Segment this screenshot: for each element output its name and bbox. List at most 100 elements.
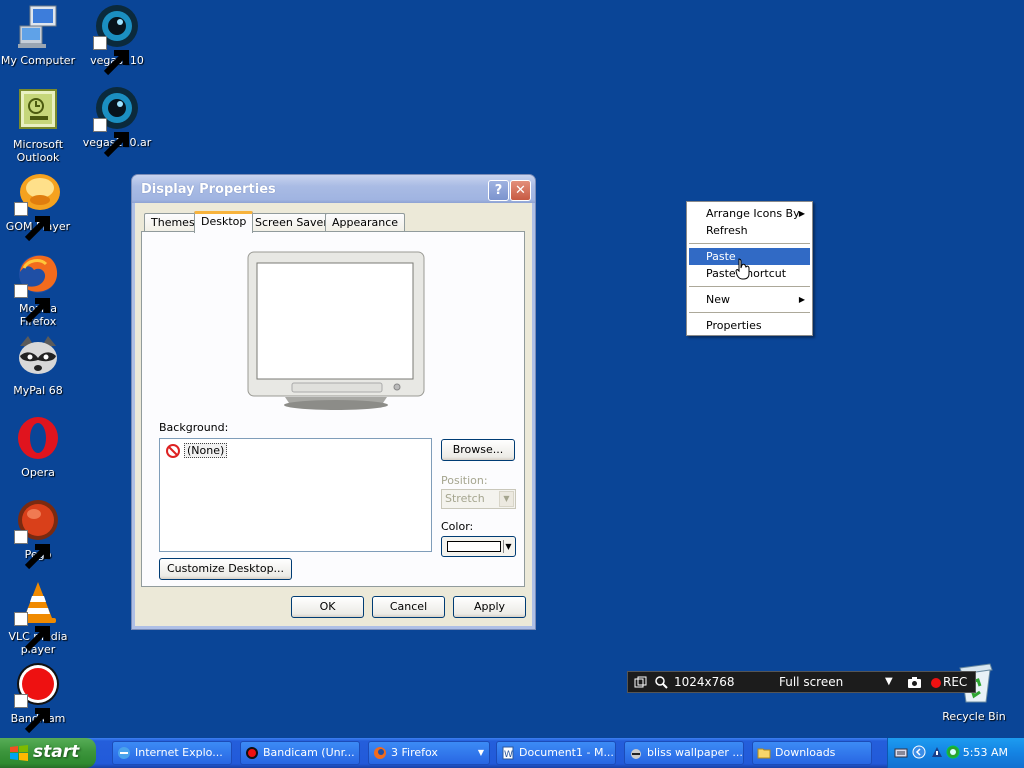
cancel-button[interactable]: Cancel (372, 596, 445, 618)
desktop-icon-vegas110-ar[interactable]: vegas110.ar (79, 84, 155, 158)
shortcut-arrow-icon (14, 612, 50, 652)
chevron-down-icon[interactable]: ▼ (885, 676, 893, 687)
color-swatch (447, 541, 501, 552)
taskbar-button-bandicam[interactable]: Bandicam (Unr... (240, 741, 360, 765)
desktop-icon-pego[interactable]: Pego (0, 496, 76, 570)
display-properties-dialog[interactable]: Display Properties ? ✕ Themes Desktop Sc… (132, 175, 535, 629)
tab-appearance[interactable]: Appearance (325, 213, 406, 232)
desktop-icon-opera[interactable]: Opera (0, 414, 76, 479)
keyboard-icon[interactable] (894, 746, 908, 760)
folder-icon (757, 748, 771, 759)
menu-separator (689, 286, 810, 287)
taskbar-button-label: Downloads (775, 746, 836, 759)
dialog-titlebar[interactable]: Display Properties ? ✕ (132, 175, 535, 203)
menu-item-properties[interactable]: Properties (689, 317, 810, 334)
shortcut-arrow-icon (93, 118, 129, 158)
browse-button[interactable]: Browse... (441, 439, 515, 461)
show-hidden-icons-icon[interactable] (912, 745, 926, 759)
taskbar-button-internet-explorer[interactable]: Internet Explo... (112, 741, 232, 765)
close-button[interactable]: ✕ (510, 180, 531, 201)
color-picker-button[interactable]: ▼ (441, 536, 516, 557)
browser-raccoon-icon (631, 749, 641, 759)
desktop-icon-gom-player[interactable]: GOM Player (0, 168, 76, 242)
dialog-title: Display Properties (141, 182, 276, 197)
tab-desktop[interactable]: Desktop (194, 211, 254, 233)
background-item-label: (None) (184, 443, 228, 458)
desktop-icon-label: MyPal 68 (13, 384, 63, 397)
taskbar-button-label: 3 Firefox (391, 746, 438, 759)
desktop-icon-my-computer[interactable]: My Computer (0, 2, 76, 67)
menu-separator (689, 312, 810, 313)
taskbar-button-label: Bandicam (Unr... (263, 746, 355, 759)
shortcut-arrow-icon (14, 694, 50, 734)
tab-screen-saver[interactable]: Screen Saver (248, 213, 335, 232)
taskbar-button-label: bliss wallpaper ... (647, 746, 743, 759)
taskbar-button-bliss-wallpaper[interactable]: bliss wallpaper ... (624, 741, 744, 765)
taskbar: start Internet Explo... Bandicam (Unr...… (0, 738, 1024, 768)
apply-button[interactable]: Apply (453, 596, 526, 618)
taskbar-button-word-document[interactable]: W Document1 - M... (496, 741, 616, 765)
recorder-toolbar[interactable]: 1024x768 Full screen ▼ REC (627, 671, 976, 693)
ok-button[interactable]: OK (291, 596, 364, 618)
position-value: Stretch (445, 492, 485, 505)
desktop-icon-vegas110[interactable]: vegas110 (79, 2, 155, 76)
start-label: start (33, 742, 80, 762)
taskbar-button-label: Internet Explo... (135, 746, 223, 759)
menu-separator (689, 243, 810, 244)
desktop-icon-label: Microsoft Outlook (12, 138, 64, 164)
chevron-down-icon: ▼ (503, 540, 513, 553)
menu-item-refresh[interactable]: Refresh (689, 222, 810, 239)
internet-explorer-icon (118, 747, 130, 759)
network-status-icon[interactable] (946, 745, 960, 759)
rec-button[interactable]: REC (943, 675, 967, 689)
desktop-icon-firefox[interactable]: Mozilla Firefox (0, 250, 76, 328)
shortcut-arrow-icon (14, 202, 50, 242)
color-label: Color: (441, 520, 474, 533)
recorder-mode[interactable]: Full screen (779, 675, 843, 689)
magnifier-icon[interactable] (654, 675, 668, 689)
desktop-icon-label: Opera (21, 466, 55, 479)
no-symbol-icon (166, 443, 180, 458)
desktop[interactable]: { "desktop_icons": [ {"label": "My Compu… (0, 0, 1024, 768)
help-button[interactable]: ? (488, 180, 509, 201)
menu-item-new[interactable]: New ▶ (689, 291, 810, 308)
menu-item-label: Properties (706, 319, 762, 332)
desktop-icon-outlook[interactable]: Microsoft Outlook (0, 86, 76, 164)
desktop-icon-vlc[interactable]: VLC media player (0, 578, 76, 656)
submenu-arrow-icon: ▶ (798, 295, 805, 304)
background-item-none[interactable]: (None) (166, 443, 228, 458)
submenu-arrow-icon: ▶ (798, 209, 805, 218)
taskbar-button-firefox-group[interactable]: 3 Firefox ▼ (368, 741, 490, 765)
menu-item-label: Refresh (706, 224, 748, 237)
menu-item-label: New (706, 293, 730, 306)
menu-item-arrange-icons-by[interactable]: Arrange Icons By ▶ (689, 205, 810, 222)
hand-cursor-icon (735, 258, 750, 280)
start-button[interactable]: start (0, 738, 96, 768)
svg-text:W: W (504, 750, 513, 760)
firefox-icon (374, 747, 386, 759)
my-computer-icon (18, 5, 57, 48)
mypal-icon (19, 336, 57, 374)
clock[interactable]: 5:53 AM (963, 746, 1008, 759)
monitor-preview (247, 251, 425, 410)
word-document-icon: W (502, 746, 514, 760)
opera-icon (18, 417, 58, 459)
window-select-icon[interactable] (634, 676, 647, 689)
desktop-icon-bandicam[interactable]: Bandicam (0, 660, 76, 734)
safely-remove-icon[interactable] (930, 745, 944, 759)
chevron-down-icon: ▼ (499, 491, 514, 507)
taskbar-button-label: Document1 - M... (519, 746, 614, 759)
recorder-resolution: 1024x768 (674, 675, 735, 689)
background-list[interactable]: (None) (159, 438, 432, 552)
customize-desktop-button[interactable]: Customize Desktop... (159, 558, 292, 580)
desktop-icon-mypal[interactable]: MyPal 68 (0, 332, 76, 397)
position-select[interactable]: Stretch ▼ (441, 489, 516, 509)
camera-icon[interactable] (907, 676, 922, 689)
shortcut-arrow-icon (14, 530, 50, 570)
menu-item-label: Paste (706, 250, 736, 263)
desktop-tab-panel: Background: (None) Browse... Position: S… (141, 231, 525, 587)
record-dot-icon (931, 678, 941, 688)
desktop-icon-label: My Computer (0, 54, 76, 67)
shortcut-arrow-icon (93, 36, 129, 76)
taskbar-button-downloads[interactable]: Downloads (752, 741, 872, 765)
